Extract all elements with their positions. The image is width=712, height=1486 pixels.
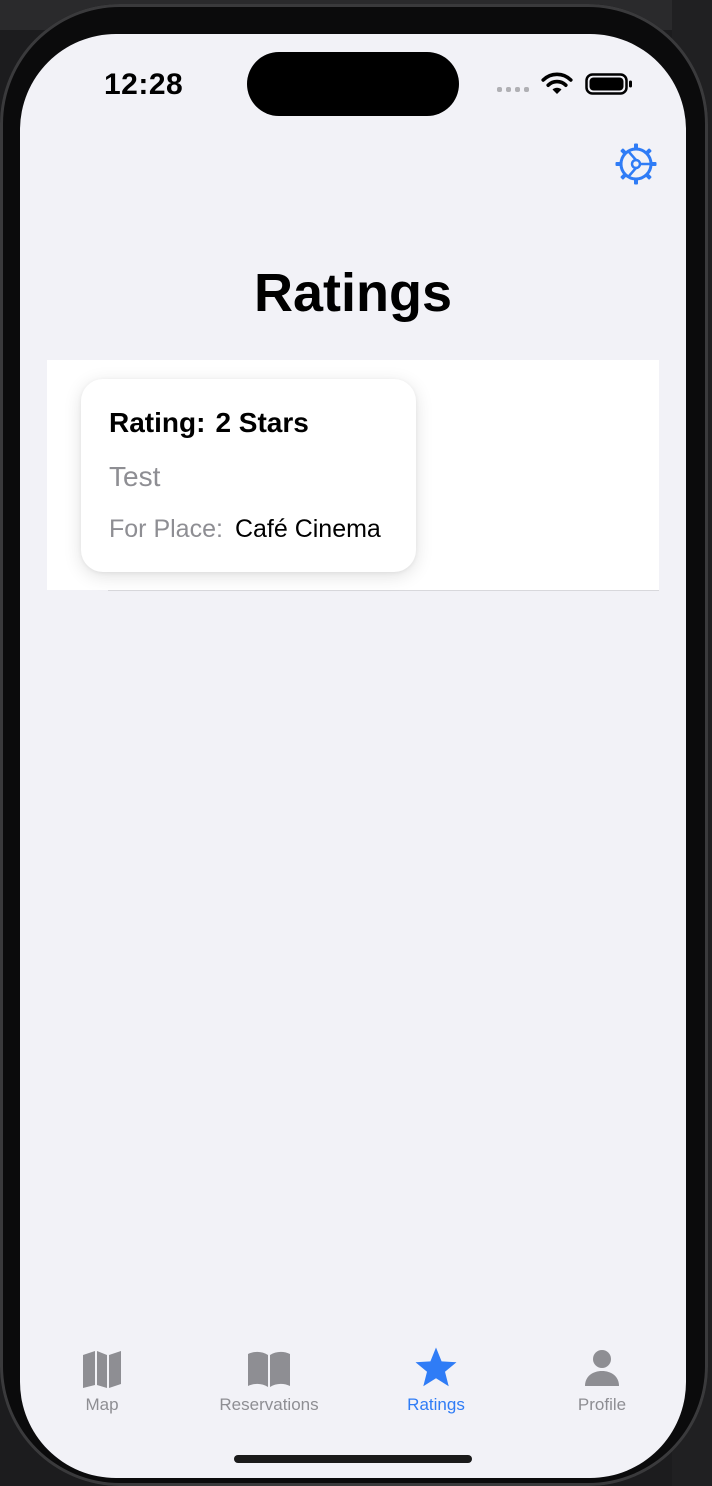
tab-bar: Map Reservations Ratings Profile bbox=[20, 1334, 686, 1434]
home-indicator[interactable] bbox=[234, 1455, 472, 1463]
tab-map[interactable]: Map bbox=[27, 1346, 177, 1426]
rating-comment: Test bbox=[109, 461, 161, 492]
rating-value-line: Rating: 2 Stars bbox=[109, 407, 309, 439]
status-time: 12:28 bbox=[104, 68, 184, 101]
cellular-signal-icon bbox=[497, 82, 537, 92]
tab-label-ratings: Ratings bbox=[407, 1395, 465, 1414]
place-label: For Place: bbox=[109, 515, 223, 543]
page-title: Ratings bbox=[253, 263, 453, 323]
book-icon bbox=[248, 1351, 290, 1387]
dynamic-island bbox=[247, 52, 459, 116]
place-name: Café Cinema bbox=[234, 515, 381, 543]
tab-label-reservations: Reservations bbox=[219, 1395, 319, 1414]
list-divider bbox=[108, 590, 659, 591]
tab-ratings[interactable]: Ratings bbox=[361, 1346, 511, 1426]
wifi-icon bbox=[541, 72, 573, 94]
app-screen: 12:28 Ratings Rating: 2 Stars Test For P… bbox=[20, 34, 686, 1478]
tab-label-map: Map bbox=[85, 1395, 119, 1414]
battery-icon bbox=[585, 73, 632, 95]
person-icon bbox=[585, 1350, 619, 1386]
gear-icon[interactable] bbox=[614, 142, 658, 186]
rating-card[interactable]: Rating: 2 Stars Test For Place: Café Cinem… bbox=[81, 379, 416, 572]
rating-place-line: For Place: Café Cinema bbox=[109, 515, 381, 544]
tab-label-profile: Profile bbox=[577, 1395, 627, 1414]
star-icon bbox=[415, 1347, 457, 1387]
rating-label: Rating: bbox=[109, 407, 206, 438]
tab-reservations[interactable]: Reservations bbox=[194, 1346, 344, 1426]
phone-frame: 12:28 Ratings Rating: 2 Stars Test For P… bbox=[0, 4, 708, 1486]
map-icon bbox=[83, 1351, 121, 1388]
rating-value: 2 Stars bbox=[215, 407, 309, 438]
tab-profile[interactable]: Profile bbox=[527, 1346, 677, 1426]
